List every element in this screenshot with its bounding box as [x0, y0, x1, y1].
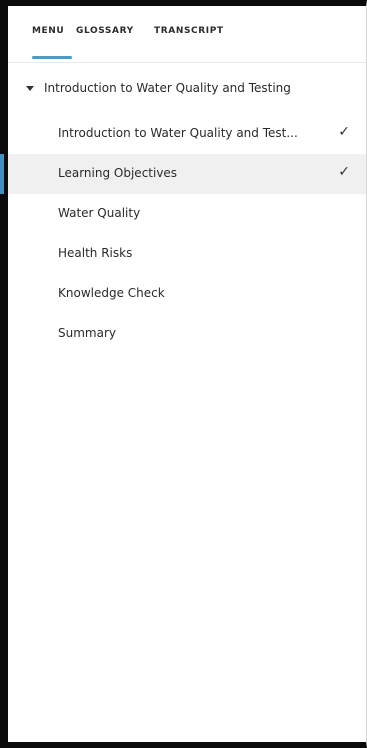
menu-item-knowledge-check[interactable]: Knowledge Check	[8, 274, 366, 314]
section-header[interactable]: Introduction to Water Quality and Testin…	[8, 76, 366, 104]
menu-item-label: Learning Objectives	[58, 166, 178, 180]
active-tab-indicator	[32, 56, 72, 59]
tab-menu[interactable]: MENU	[32, 26, 64, 36]
check-icon: ✓	[338, 124, 350, 140]
caret-down-icon	[26, 86, 34, 91]
menu-item-summary[interactable]: Summary	[8, 314, 366, 354]
tab-glossary[interactable]: GLOSSARY	[76, 26, 134, 36]
menu-item-health-risks[interactable]: Health Risks	[8, 234, 366, 274]
lesson-list: Introduction to Water Quality and Test..…	[0, 114, 366, 354]
tab-transcript[interactable]: TRANSCRIPT	[154, 26, 224, 36]
menu-item-label: Summary	[58, 326, 116, 340]
menu-item-learning-objectives[interactable]: Learning Objectives ✓	[0, 154, 366, 194]
section-title: Introduction to Water Quality and Testin…	[44, 81, 291, 95]
menu-item-intro[interactable]: Introduction to Water Quality and Test..…	[8, 114, 366, 154]
menu-item-label: Water Quality	[58, 206, 141, 220]
active-item-indicator	[0, 154, 4, 194]
navigation-panel: MENU GLOSSARY TRANSCRIPT Introduction to…	[0, 0, 367, 748]
menu-item-label: Introduction to Water Quality and Test..…	[58, 126, 298, 140]
check-icon: ✓	[338, 164, 350, 180]
menu-item-water-quality[interactable]: Water Quality	[8, 194, 366, 234]
tab-bar: MENU GLOSSARY TRANSCRIPT	[8, 6, 366, 63]
menu-item-label: Knowledge Check	[58, 286, 165, 300]
menu-item-label: Health Risks	[58, 246, 133, 260]
